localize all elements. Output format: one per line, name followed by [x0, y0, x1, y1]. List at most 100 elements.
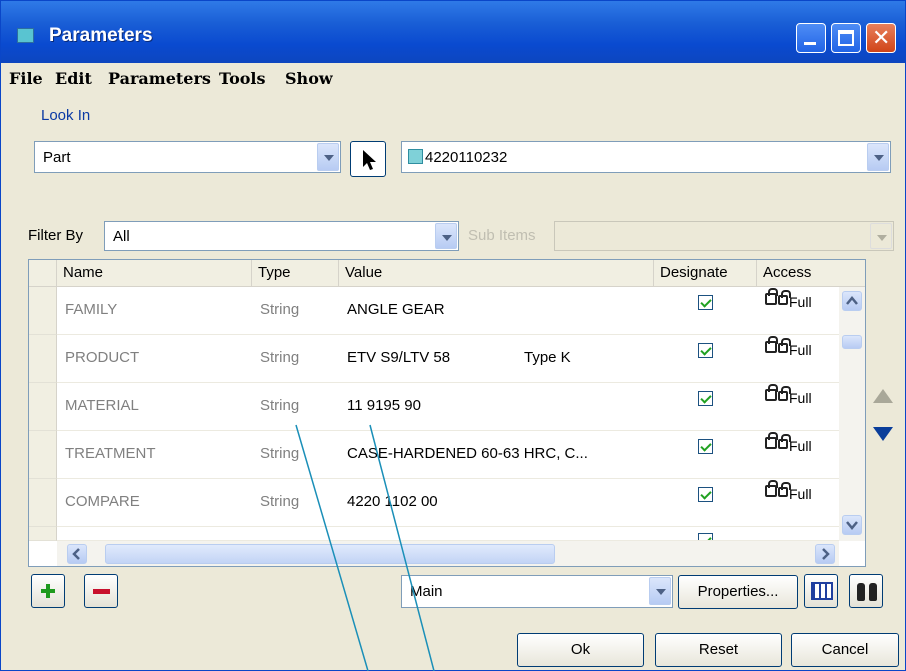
table-columns-icon: [811, 582, 833, 600]
scroll-right-button[interactable]: [815, 544, 835, 564]
scroll-down-button[interactable]: [842, 515, 862, 535]
menu-file[interactable]: File: [9, 69, 43, 88]
filter-by-select[interactable]: All: [104, 221, 459, 251]
access-value: Full: [789, 438, 812, 454]
chevron-right-icon: [822, 548, 830, 560]
column-header-designate[interactable]: Designate: [654, 260, 757, 287]
cell-value[interactable]: CASE-HARDENED 60-63 HRC, C...: [347, 445, 588, 462]
chevron-down-icon[interactable]: [867, 143, 889, 171]
designate-checkbox[interactable]: [698, 439, 713, 454]
row-header[interactable]: [29, 287, 57, 335]
title-bar[interactable]: Parameters ✕: [1, 1, 905, 63]
cancel-button[interactable]: Cancel: [791, 633, 899, 667]
cell-value[interactable]: ETV S9/LTV 58: [347, 349, 450, 366]
table-row-partial[interactable]: [57, 527, 839, 541]
window-title: Parameters: [49, 25, 153, 46]
sub-items-select: [554, 221, 894, 251]
properties-button[interactable]: Properties...: [678, 575, 798, 609]
designate-checkbox[interactable]: [698, 295, 713, 310]
app-icon: [17, 28, 34, 43]
unlock-icon: [778, 338, 791, 353]
select-object-button[interactable]: [350, 141, 386, 177]
table-row[interactable]: TREATMENT String CASE-HARDENED 60-63 HRC…: [57, 431, 839, 479]
parameters-table: Name Type Value Designate Access FAMILY …: [28, 259, 866, 567]
access-cell[interactable]: Full: [765, 432, 812, 454]
menu-parameters[interactable]: Parameters: [108, 69, 211, 88]
horizontal-scrollbar[interactable]: [57, 541, 839, 566]
cell-type: String: [260, 493, 300, 510]
chevron-down-icon[interactable]: [435, 223, 457, 249]
filter-by-value: All: [113, 228, 130, 245]
column-header-value[interactable]: Value: [339, 260, 654, 287]
remove-parameter-button[interactable]: [84, 574, 118, 608]
row-header[interactable]: [29, 527, 57, 541]
unlock-icon: [778, 434, 791, 449]
move-down-icon[interactable]: [873, 427, 893, 441]
scroll-thumb[interactable]: [842, 335, 862, 349]
table-row[interactable]: PRODUCT String ETV S9/LTV 58 Type K Full: [57, 335, 839, 383]
access-cell[interactable]: Full: [765, 480, 812, 502]
chevron-down-icon[interactable]: [317, 143, 339, 171]
cell-value[interactable]: 4220 1102 00: [347, 493, 438, 510]
menu-tools[interactable]: Tools: [219, 69, 266, 88]
maximize-button[interactable]: [831, 23, 861, 53]
access-cell[interactable]: Full: [765, 384, 812, 406]
add-parameter-button[interactable]: [31, 574, 65, 608]
look-in-type-select[interactable]: Part: [34, 141, 341, 173]
ok-button[interactable]: Ok: [517, 633, 644, 667]
reset-button[interactable]: Reset: [655, 633, 782, 667]
scroll-up-button[interactable]: [842, 291, 862, 311]
column-header-name[interactable]: Name: [57, 260, 252, 287]
look-in-label: Look In: [41, 107, 91, 124]
lock-icon: [765, 288, 778, 305]
cell-value[interactable]: 11 9195 90: [347, 397, 421, 414]
chevron-down-icon: [870, 223, 892, 249]
scroll-left-button[interactable]: [67, 544, 87, 564]
table-columns-button[interactable]: [804, 574, 838, 608]
cell-type: String: [260, 301, 300, 318]
close-button[interactable]: ✕: [866, 23, 896, 53]
close-icon: ✕: [872, 25, 891, 50]
minimize-button[interactable]: [796, 23, 826, 53]
table-row[interactable]: MATERIAL String 11 9195 90 Full: [57, 383, 839, 431]
maximize-icon: [838, 30, 854, 46]
cell-type: String: [260, 349, 300, 366]
row-header[interactable]: [29, 431, 57, 479]
row-header[interactable]: [29, 335, 57, 383]
cell-name: TREATMENT: [65, 445, 156, 462]
view-select[interactable]: Main: [401, 575, 673, 608]
scroll-thumb[interactable]: [105, 544, 555, 564]
vertical-scrollbar[interactable]: [839, 287, 865, 541]
binoculars-icon: [857, 583, 877, 601]
lock-icon: [765, 432, 778, 449]
part-icon: [408, 149, 423, 164]
cell-type: String: [260, 397, 300, 414]
access-value: Full: [789, 294, 812, 310]
sub-items-label: Sub Items: [468, 227, 536, 244]
menu-show[interactable]: Show: [285, 69, 333, 88]
cell-name: COMPARE: [65, 493, 140, 510]
chevron-down-icon[interactable]: [649, 577, 671, 605]
column-header-access[interactable]: Access: [757, 260, 865, 287]
menu-edit[interactable]: Edit: [55, 69, 92, 88]
table-row[interactable]: FAMILY String ANGLE GEAR Full: [57, 287, 839, 335]
access-cell[interactable]: Full: [765, 288, 812, 310]
access-value: Full: [789, 486, 812, 502]
row-header[interactable]: [29, 479, 57, 527]
look-in-object-select[interactable]: 4220110232: [401, 141, 891, 173]
access-cell[interactable]: Full: [765, 336, 812, 358]
chevron-down-icon: [846, 521, 858, 530]
table-row[interactable]: COMPARE String 4220 1102 00 Full: [57, 479, 839, 527]
row-header[interactable]: [29, 383, 57, 431]
lock-icon: [765, 336, 778, 353]
designate-checkbox[interactable]: [698, 343, 713, 358]
designate-checkbox[interactable]: [698, 391, 713, 406]
designate-checkbox[interactable]: [698, 487, 713, 502]
move-up-icon: [873, 389, 893, 403]
find-button[interactable]: [849, 574, 883, 608]
cell-value[interactable]: ANGLE GEAR: [347, 301, 445, 318]
designate-checkbox[interactable]: [698, 533, 713, 540]
column-header-type[interactable]: Type: [252, 260, 339, 287]
filter-by-label: Filter By: [28, 227, 84, 244]
cell-name: MATERIAL: [65, 397, 139, 414]
